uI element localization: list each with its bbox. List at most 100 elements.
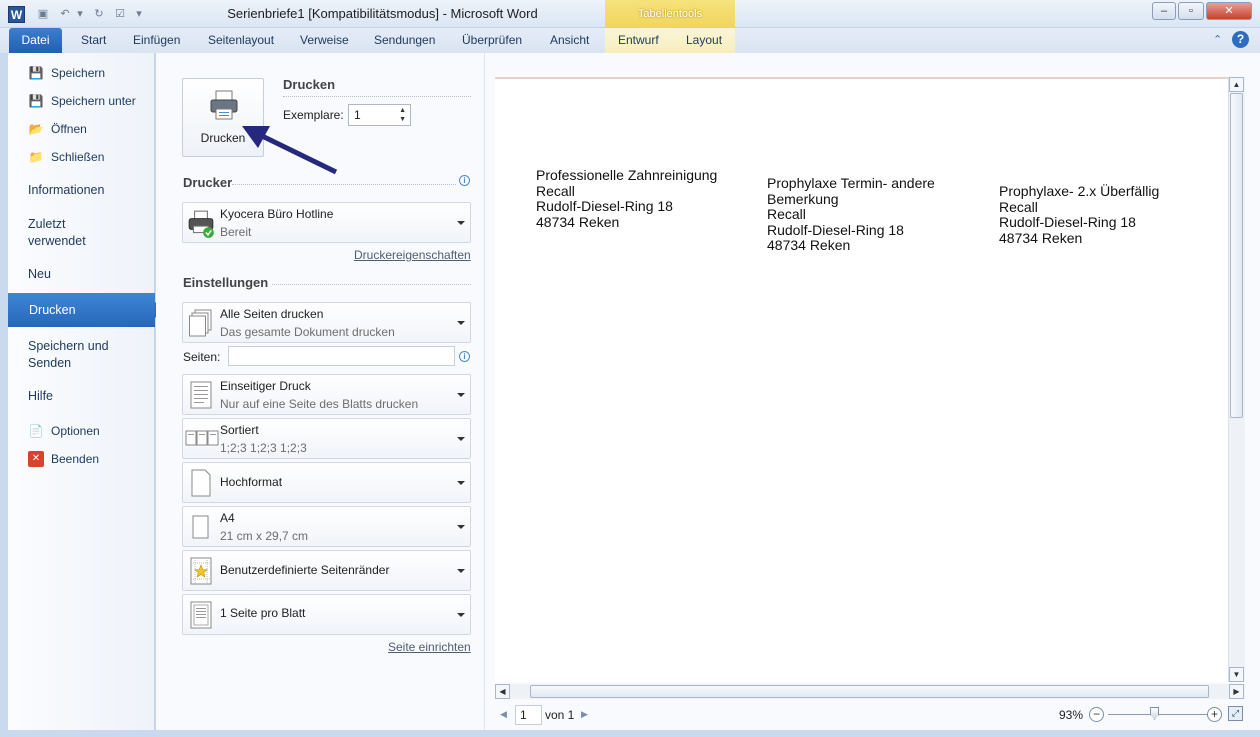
open-folder-icon: 📂 <box>28 122 44 136</box>
label-1: Professionelle Zahnreinigung Recall Rudolf… <box>536 167 718 230</box>
minimize-button[interactable]: – <box>1152 2 1176 20</box>
printer-dropdown[interactable]: Kyocera Büro Hotline Bereit <box>182 202 471 243</box>
options-icon: 📄 <box>28 424 44 438</box>
pages-icon <box>189 309 212 337</box>
info-icon[interactable]: i <box>459 175 470 186</box>
copies-label: Exemplare: <box>283 108 344 122</box>
maximize-button[interactable]: ▫ <box>1178 2 1204 20</box>
chevron-down-icon <box>457 221 465 225</box>
nav-help[interactable]: Hilfe <box>28 388 53 405</box>
zoom-to-page-icon[interactable]: ⤢ <box>1228 706 1243 721</box>
vertical-scroll-thumb[interactable] <box>1230 93 1243 418</box>
tab-file[interactable]: Datei <box>9 28 62 53</box>
tab-layout[interactable]: Layout <box>686 33 722 47</box>
chevron-down-icon <box>457 613 465 617</box>
pages-label: Seiten: <box>183 350 221 364</box>
zoom-out-button[interactable]: − <box>1089 707 1104 722</box>
scroll-left-icon[interactable]: ◀ <box>495 684 510 699</box>
orientation-title: Hochformat <box>220 475 283 489</box>
scroll-right-icon[interactable]: ▶ <box>1229 684 1244 699</box>
spin-down-icon[interactable]: ▼ <box>399 116 406 123</box>
chevron-down-icon <box>457 525 465 529</box>
pages-input[interactable] <box>228 346 455 366</box>
nav-recent[interactable]: Zuletzt verwendet <box>28 216 108 250</box>
annotation-arrow <box>242 126 338 175</box>
printer-heading: Drucker <box>183 175 233 190</box>
tab-insert[interactable]: Einfügen <box>133 33 180 47</box>
print-heading: Drucken <box>283 77 336 92</box>
paper-size-title: A4 <box>220 511 235 525</box>
print-range-subtitle: Das gesamte Dokument drucken <box>220 325 395 339</box>
page-number-input[interactable]: 1 <box>515 705 542 725</box>
preview-page: Professionelle Zahnreinigung Recall Rudolf… <box>495 77 1228 682</box>
collation-title: Sortiert <box>220 423 259 437</box>
chevron-down-icon <box>457 321 465 325</box>
margins-icon <box>190 557 212 585</box>
copies-spinner[interactable]: 1 ▲ ▼ <box>348 104 411 126</box>
tab-view[interactable]: Ansicht <box>550 33 589 47</box>
pages-per-sheet-dropdown[interactable]: 1 Seite pro Blatt <box>182 594 471 635</box>
printer-icon <box>210 90 238 120</box>
chevron-down-icon <box>457 569 465 573</box>
tab-design[interactable]: Entwurf <box>618 33 659 47</box>
nav-save-send[interactable]: Speichern und Senden <box>28 338 128 372</box>
printer-status-icon <box>188 210 214 238</box>
collated-icon <box>185 430 219 446</box>
zoom-in-button[interactable]: + <box>1207 707 1222 722</box>
orientation-dropdown[interactable]: Hochformat <box>182 462 471 503</box>
table-tools-group: Tabellentools <box>605 0 735 28</box>
tab-references[interactable]: Verweise <box>300 33 349 47</box>
duplex-dropdown[interactable]: Einseitiger Druck Nur auf eine Seite des… <box>182 374 471 415</box>
settings-heading: Einstellungen <box>183 275 269 290</box>
tab-mailings[interactable]: Sendungen <box>374 33 435 47</box>
pages-per-sheet-title: 1 Seite pro Blatt <box>220 606 306 620</box>
page-count: von 1 <box>545 708 575 722</box>
margins-dropdown[interactable]: Benutzerdefinierte Seitenränder <box>182 550 471 591</box>
label-3: Prophylaxe- 2.x Überfällig Recall Rudolf-D… <box>999 183 1160 246</box>
close-button[interactable]: ✕ <box>1206 2 1252 20</box>
paper-size-icon <box>192 515 209 539</box>
scroll-up-icon[interactable]: ▲ <box>1229 77 1244 92</box>
collation-dropdown[interactable]: Sortiert 1;2;3 1;2;3 1;2;3 <box>182 418 471 459</box>
divider <box>272 284 471 285</box>
nav-new[interactable]: Neu <box>28 266 51 283</box>
one-sided-icon <box>190 381 212 409</box>
portrait-icon <box>191 469 211 497</box>
nav-print[interactable]: Drucken <box>8 293 163 327</box>
page-setup-link[interactable]: Seite einrichten <box>388 640 471 654</box>
paper-size-dropdown[interactable]: A4 21 cm x 29,7 cm <box>182 506 471 547</box>
minimize-ribbon-icon[interactable]: ⌃ <box>1213 33 1222 46</box>
label-2: Prophylaxe Termin- andere Bemerkung Recall… <box>767 175 935 253</box>
horizontal-scroll-thumb[interactable] <box>530 685 1209 698</box>
zoom-level[interactable]: 93% <box>1059 708 1083 722</box>
print-range-title: Alle Seiten drucken <box>220 307 324 321</box>
collation-subtitle: 1;2;3 1;2;3 1;2;3 <box>220 441 307 455</box>
margins-title: Benutzerdefinierte Seitenränder <box>220 563 390 577</box>
spin-up-icon[interactable]: ▲ <box>399 107 406 114</box>
divider <box>232 184 456 185</box>
exit-icon: ✕ <box>28 451 44 467</box>
next-page-icon[interactable]: ▶ <box>581 709 588 720</box>
nav-info[interactable]: Informationen <box>28 182 104 199</box>
tab-review[interactable]: Überprüfen <box>462 33 522 47</box>
print-range-dropdown[interactable]: Alle Seiten drucken Das gesamte Dokument… <box>182 302 471 343</box>
copies-value: 1 <box>354 108 361 122</box>
chevron-down-icon <box>457 437 465 441</box>
save-icon: 💾 <box>28 66 44 80</box>
pages-per-sheet-icon <box>190 601 212 629</box>
close-folder-icon: 📁 <box>28 150 44 164</box>
scroll-down-icon[interactable]: ▼ <box>1229 667 1244 682</box>
help-icon[interactable]: ? <box>1232 31 1249 48</box>
duplex-subtitle: Nur auf eine Seite des Blatts drucken <box>220 397 419 411</box>
tab-page-layout[interactable]: Seitenlayout <box>208 33 274 47</box>
info-icon[interactable]: i <box>459 351 470 362</box>
printer-properties-link[interactable]: Druckereigenschaften <box>354 248 471 262</box>
paper-size-subtitle: 21 cm x 29,7 cm <box>220 529 309 543</box>
divider <box>283 96 471 97</box>
chevron-down-icon <box>457 481 465 485</box>
previous-page-icon[interactable]: ◀ <box>500 709 507 720</box>
tab-start[interactable]: Start <box>81 33 106 47</box>
printer-status: Bereit <box>220 225 252 239</box>
duplex-title: Einseitiger Druck <box>220 379 311 393</box>
printer-name: Kyocera Büro Hotline <box>220 207 334 221</box>
